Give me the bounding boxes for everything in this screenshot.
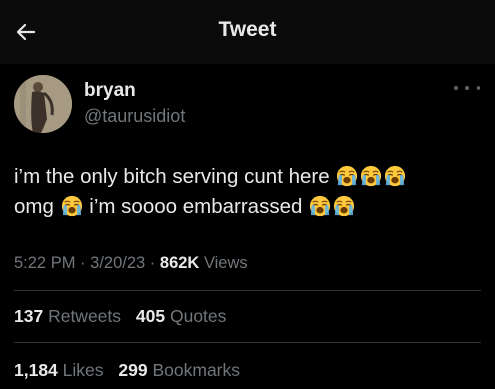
stats-row-2: 1,184 Likes 299 Bookmarks xyxy=(14,360,250,381)
header-bar: Tweet xyxy=(0,0,495,64)
retweets-count: 137 xyxy=(14,306,44,326)
avatar[interactable] xyxy=(14,75,72,133)
quotes-count: 405 xyxy=(135,306,166,326)
stats-row-1: 137 Retweets 405 Quotes xyxy=(14,306,236,327)
bookmarks-stat[interactable]: 299 Bookmarks xyxy=(118,360,240,380)
likes-stat[interactable]: 1,184 Likes xyxy=(14,360,108,380)
crying-face-icon xyxy=(384,165,406,187)
retweets-label: Retweets xyxy=(48,306,122,326)
bookmarks-count: 299 xyxy=(118,360,148,380)
divider xyxy=(14,290,481,291)
divider xyxy=(14,342,481,343)
tweet-line-2: i’m soooo embarrassed xyxy=(89,195,303,218)
likes-count: 1,184 xyxy=(14,360,58,380)
author-name[interactable]: bryan xyxy=(84,80,136,102)
tweet-text: i’m the only bitch serving cunt here omg… xyxy=(14,162,484,222)
author-handle[interactable]: @taurusidiot xyxy=(84,106,185,127)
avatar-photo xyxy=(14,75,72,133)
retweets-stat[interactable]: 137 Retweets xyxy=(14,306,126,326)
meta-separator: · xyxy=(80,254,86,272)
views-label: Views xyxy=(203,254,248,272)
crying-face-icon xyxy=(61,195,83,217)
meta-separator: · xyxy=(149,254,156,272)
tweet-time[interactable]: 5:22 PM xyxy=(14,254,75,272)
crying-face-icon xyxy=(333,195,355,217)
more-horizontal-icon xyxy=(465,86,469,90)
crying-face-icon xyxy=(336,165,358,187)
crying-face-icon xyxy=(360,165,382,187)
tweet-line-2-word: omg xyxy=(14,195,54,218)
bookmarks-label: Bookmarks xyxy=(152,360,241,380)
page-title: Tweet xyxy=(218,18,277,41)
quotes-label: Quotes xyxy=(169,306,227,326)
more-options-button[interactable] xyxy=(454,80,480,96)
tweet-date[interactable]: 3/20/23 xyxy=(90,254,145,272)
more-horizontal-icon xyxy=(454,86,458,90)
tweet-meta: 5:22 PM · 3/20/23 · 862K Views xyxy=(14,254,248,273)
quotes-stat[interactable]: 405 Quotes xyxy=(136,306,227,326)
likes-label: Likes xyxy=(62,360,104,380)
crying-face-icon xyxy=(309,195,331,217)
more-horizontal-icon xyxy=(476,86,480,90)
views-count: 862K xyxy=(159,254,200,272)
tweet-line-1: i’m the only bitch serving cunt here xyxy=(14,165,330,188)
